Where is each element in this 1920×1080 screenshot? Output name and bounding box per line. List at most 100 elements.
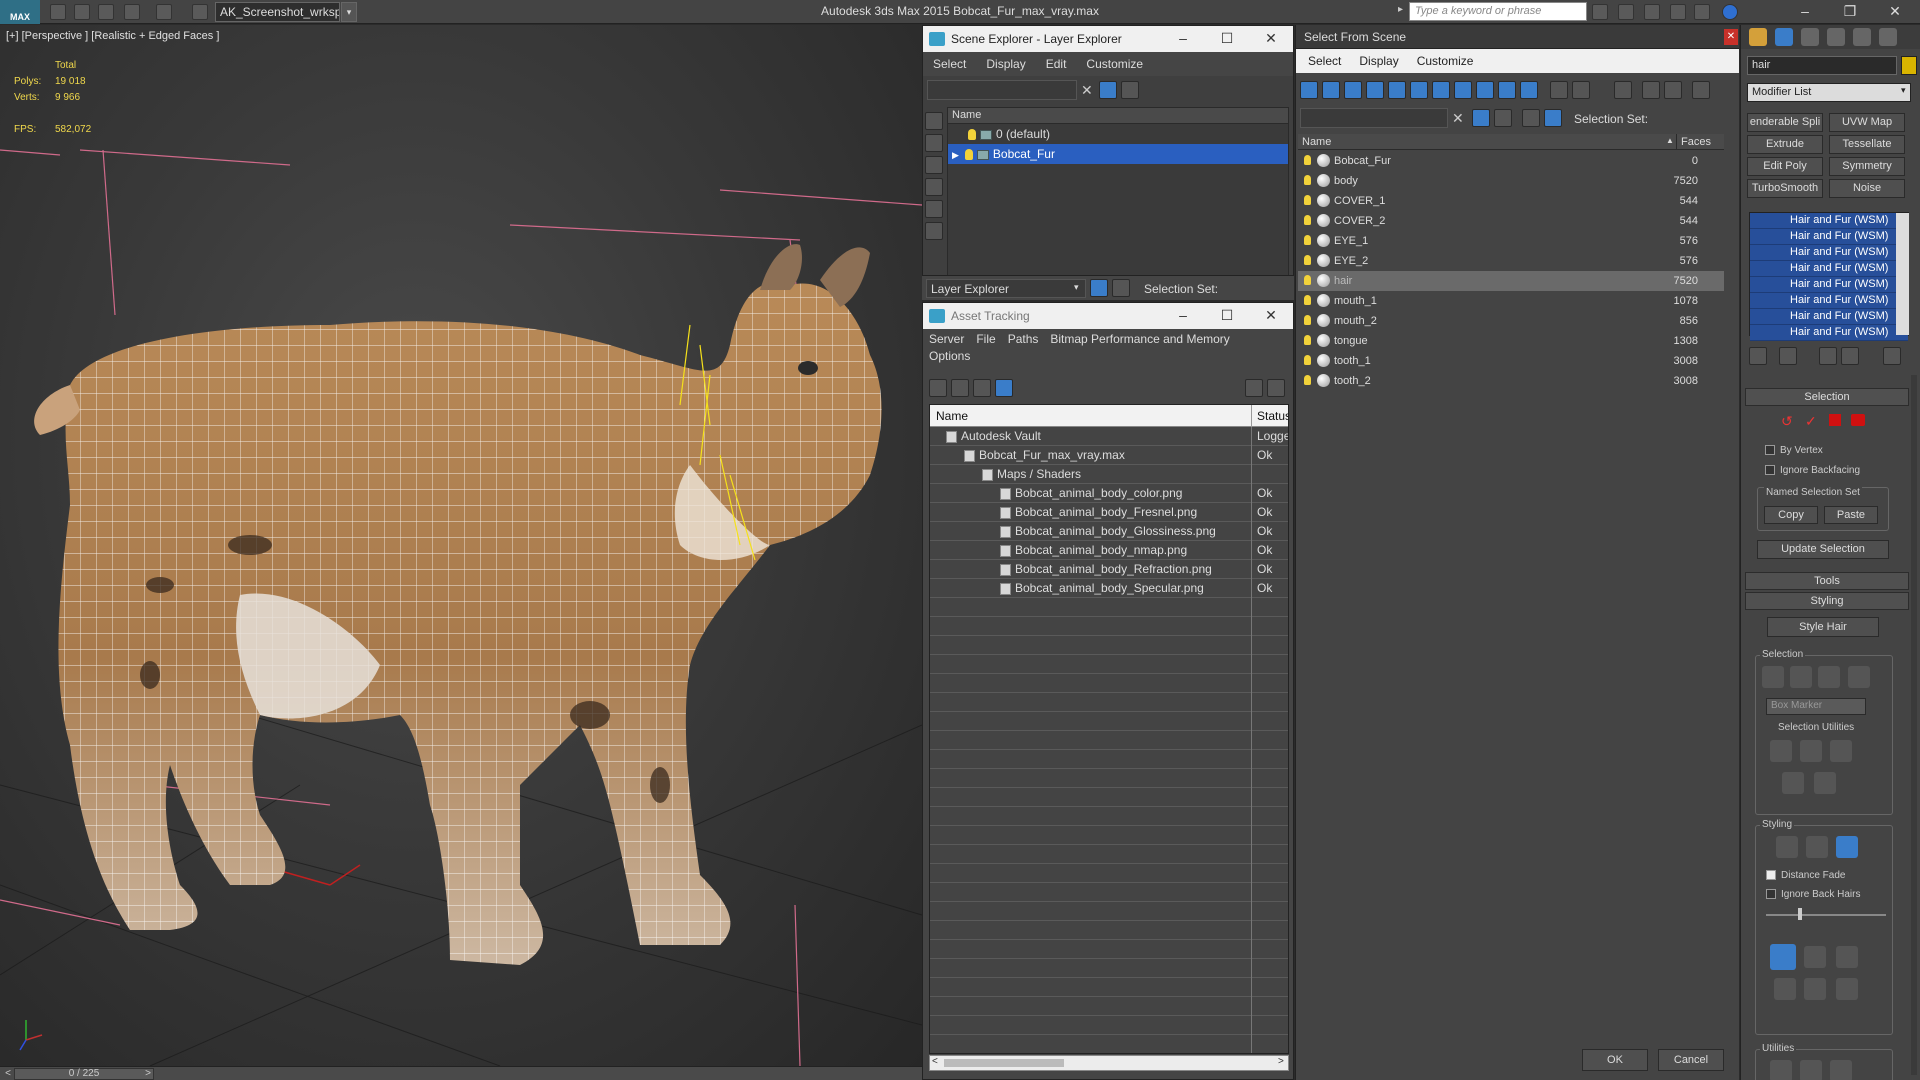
menu-paths[interactable]: Paths <box>1002 329 1045 349</box>
asset-maximize[interactable]: ☐ <box>1205 303 1249 329</box>
cancel-button[interactable]: Cancel <box>1658 1049 1724 1071</box>
guide-select-icon[interactable]: ↺ <box>1781 413 1797 429</box>
options-icon[interactable] <box>1692 81 1710 99</box>
col-faces-header[interactable]: Faces <box>1676 134 1724 150</box>
stand-icon[interactable] <box>1804 946 1826 968</box>
undo-icon[interactable] <box>124 4 140 20</box>
time-slider[interactable]: < 0 / 225 > <box>0 1066 922 1080</box>
box-marker-dropdown[interactable]: Box Marker <box>1766 698 1866 715</box>
menu-select[interactable]: Select <box>923 52 976 76</box>
search-expand-icon[interactable]: ▸ <box>1398 4 1406 20</box>
asset-row[interactable]: Bobcat_animal_body_color.png Ok <box>930 484 1288 503</box>
list-view-icon[interactable] <box>951 379 969 397</box>
display-containers-icon[interactable] <box>1498 81 1516 99</box>
lightbulb-icon[interactable] <box>968 129 976 141</box>
by-vertex-checkbox[interactable]: By Vertex <box>1765 445 1823 456</box>
modifier-stack-item[interactable]: Hair and Fur (WSM) <box>1750 325 1908 341</box>
scale-icon[interactable] <box>1836 978 1858 1000</box>
brush-size-thumb[interactable] <box>1798 908 1802 920</box>
help-icon[interactable] <box>1722 4 1738 20</box>
modify-tab-icon[interactable] <box>1775 28 1793 46</box>
display-geometry-icon[interactable] <box>1300 81 1318 99</box>
clear-search-icon[interactable]: ✕ <box>1452 110 1464 127</box>
object-row[interactable]: body 7520 <box>1298 171 1724 191</box>
layers-icon[interactable] <box>1522 109 1540 127</box>
layer-list-header[interactable]: Name <box>948 108 1288 124</box>
display-helpers-icon[interactable] <box>925 222 943 240</box>
attenuate-icon[interactable] <box>1770 1060 1792 1080</box>
display-spacewarps-icon[interactable] <box>1410 81 1428 99</box>
lightbulb-icon[interactable] <box>1304 175 1311 185</box>
modifier-stack-item[interactable]: Hair and Fur (WSM) <box>1750 213 1908 229</box>
copy-button[interactable]: Copy <box>1764 506 1818 524</box>
close-icon[interactable]: ✕ <box>1724 29 1738 45</box>
modifier-list-arrow-icon[interactable]: ▾ <box>1901 85 1906 96</box>
help-icon[interactable] <box>1245 379 1263 397</box>
asset-close[interactable]: ✕ <box>1249 303 1293 329</box>
renderable-spline-button[interactable]: enderable Spli <box>1747 113 1823 132</box>
asset-row[interactable]: Bobcat_animal_body_nmap.png Ok <box>930 541 1288 560</box>
selection-rollout-header[interactable]: Selection <box>1745 388 1909 406</box>
display-groups-icon[interactable] <box>1432 81 1450 99</box>
open-file-icon[interactable] <box>74 4 90 20</box>
restore-button[interactable]: ❐ <box>1830 0 1870 24</box>
object-row[interactable]: tooth_2 3008 <box>1298 371 1724 391</box>
select-from-scene-titlebar[interactable]: Select From Scene ✕ <box>1296 25 1739 49</box>
lightbulb-icon[interactable] <box>1304 295 1311 305</box>
expand-arrow-icon[interactable]: ▶ <box>952 150 959 160</box>
object-row[interactable]: mouth_1 1078 <box>1298 291 1724 311</box>
menu-display[interactable]: Display <box>1353 49 1404 73</box>
edit-poly-button[interactable]: Edit Poly <box>1747 157 1823 176</box>
object-row[interactable]: mouth_2 856 <box>1298 311 1724 331</box>
select-tool-icon[interactable] <box>1836 836 1858 858</box>
hierarchy-tab-icon[interactable] <box>1801 28 1819 46</box>
col-status-header[interactable]: Status <box>1253 405 1288 427</box>
motion-tab-icon[interactable] <box>1827 28 1845 46</box>
asset-row[interactable]: Bobcat_animal_body_Refraction.png Ok <box>930 560 1288 579</box>
app-logo[interactable]: MAX <box>0 0 40 24</box>
lightbulb-icon[interactable] <box>1304 275 1311 285</box>
rotate-selection-icon[interactable] <box>1800 740 1822 762</box>
filter-toggle-icon[interactable] <box>1099 81 1117 99</box>
pop-zero-icon[interactable] <box>1830 1060 1852 1080</box>
menu-server[interactable]: Server <box>923 329 970 349</box>
menu-customize[interactable]: Customize <box>1405 49 1486 73</box>
utilities-tab-icon[interactable] <box>1879 28 1897 46</box>
scroll-left-icon[interactable]: < <box>932 1056 938 1067</box>
modifier-stack-item[interactable]: Hair and Fur (WSM) <box>1750 261 1908 277</box>
menu-select[interactable]: Select <box>1296 49 1353 73</box>
object-row[interactable]: tongue 1308 <box>1298 331 1724 351</box>
dropdown-arrow-icon[interactable]: ▾ <box>1074 282 1079 293</box>
asset-row[interactable]: Bobcat_Fur_max_vray.max Ok <box>930 446 1288 465</box>
noise-button[interactable]: Noise <box>1829 179 1905 198</box>
thumbnail-view-icon[interactable] <box>973 379 991 397</box>
puff-roots-icon[interactable] <box>1836 946 1858 968</box>
display-bones-icon[interactable] <box>1476 81 1494 99</box>
close-button[interactable]: ✕ <box>1875 0 1915 24</box>
refresh-icon[interactable] <box>929 379 947 397</box>
object-row[interactable]: tooth_1 3008 <box>1298 351 1724 371</box>
settings-icon[interactable] <box>1267 379 1285 397</box>
style-hair-button[interactable]: Style Hair <box>1767 617 1879 637</box>
expand-selection-icon[interactable] <box>1830 740 1852 762</box>
display-none-icon[interactable] <box>925 112 943 130</box>
translate-icon[interactable] <box>1770 944 1796 970</box>
scene-explorer-titlebar[interactable]: Scene Explorer - Layer Explorer – ☐ ✕ <box>923 26 1293 52</box>
hierarchy-icon[interactable] <box>1112 279 1130 297</box>
display-all-icon[interactable] <box>1550 81 1568 99</box>
display-shapes-icon[interactable] <box>925 156 943 174</box>
modifier-stack-item[interactable]: Hair and Fur (WSM) <box>1750 229 1908 245</box>
asset-row[interactable]: Bobcat_animal_body_Glossiness.png Ok <box>930 522 1288 541</box>
select-by-root-icon[interactable] <box>1848 666 1870 688</box>
asset-row[interactable]: Bobcat_animal_body_Specular.png Ok <box>930 579 1288 598</box>
modifier-stack-item[interactable]: Hair and Fur (WSM) <box>1750 293 1908 309</box>
display-frozen-icon[interactable] <box>1520 81 1538 99</box>
asset-row[interactable]: Maps / Shaders <box>930 465 1288 484</box>
layers-add-icon[interactable] <box>1121 81 1139 99</box>
object-row[interactable]: EYE_2 576 <box>1298 251 1724 271</box>
menu-options[interactable]: Options <box>923 348 976 364</box>
rotate-icon[interactable] <box>1804 978 1826 1000</box>
extrude-button[interactable]: Extrude <box>1747 135 1823 154</box>
clump-icon[interactable] <box>1774 978 1796 1000</box>
display-tab-icon[interactable] <box>1853 28 1871 46</box>
